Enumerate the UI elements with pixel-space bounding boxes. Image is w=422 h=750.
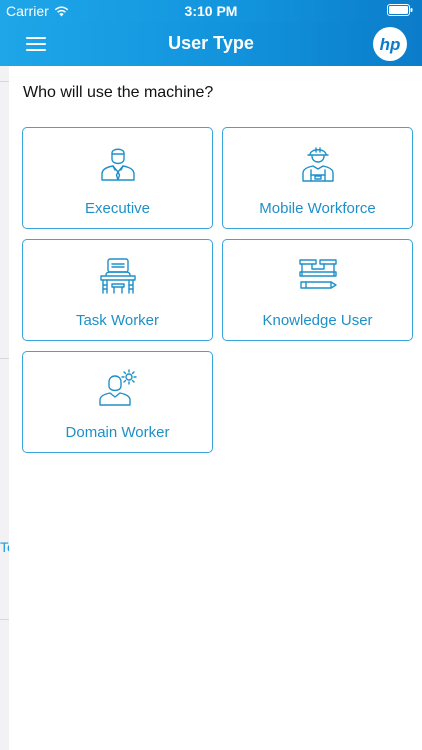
hp-logo-icon: hp: [373, 27, 407, 61]
background-divider: [0, 358, 9, 359]
navigation-bar: User Type hp: [0, 22, 422, 66]
status-bar: Carrier 3:10 PM: [0, 0, 422, 22]
logo-text: hp: [380, 35, 401, 54]
background-divider: [0, 619, 9, 620]
battery-icon: [387, 4, 413, 16]
user-gear-icon: [98, 369, 137, 406]
desk-worker-icon: [99, 258, 136, 294]
hardhat-worker-icon: [301, 147, 334, 182]
option-card-knowledge-user[interactable]: Knowledge User: [222, 239, 413, 341]
option-label: Mobile Workforce: [259, 200, 376, 217]
option-label: Executive: [84, 200, 151, 217]
question-heading: Who will use the machine?: [23, 84, 214, 101]
option-label: Domain Worker: [65, 424, 170, 441]
background-divider: [0, 81, 9, 82]
option-card-domain-worker[interactable]: Domain Worker: [22, 351, 213, 453]
clock-time: 3:10 PM: [184, 3, 238, 19]
option-card-task-worker[interactable]: Task Worker: [22, 239, 213, 341]
option-card-executive[interactable]: Executive: [22, 127, 213, 229]
background-page-edge: [0, 66, 9, 750]
page-title: User Type: [168, 33, 254, 53]
option-label: Knowledge User: [262, 312, 373, 329]
user-type-panel: Who will use the machine? Executive Mobi…: [9, 66, 422, 750]
app-screen: Carrier 3:10 PM User Type hp Te Who will…: [0, 0, 422, 750]
option-card-mobile-workforce[interactable]: Mobile Workforce: [222, 127, 413, 229]
desk-pencil-icon: [298, 259, 337, 289]
option-label: Task Worker: [75, 312, 160, 329]
executive-icon: [100, 148, 135, 181]
